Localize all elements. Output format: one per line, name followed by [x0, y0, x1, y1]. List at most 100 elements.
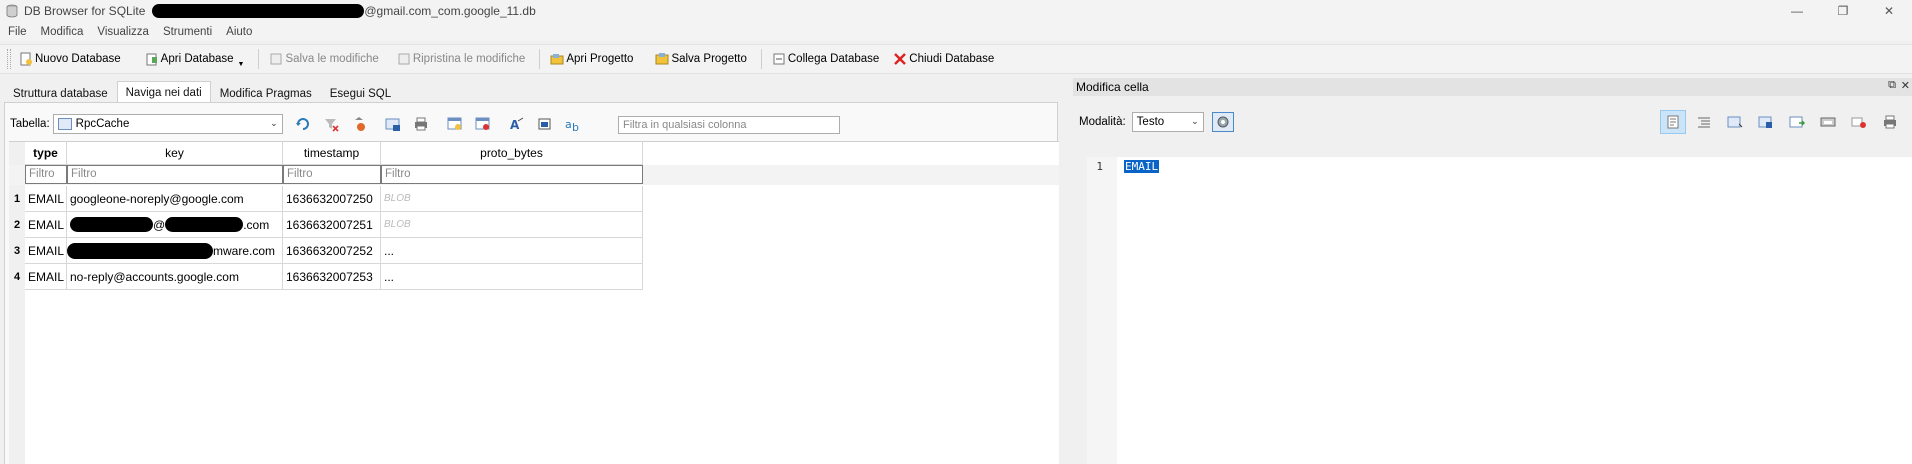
main-tabs: Struttura database Naviga nei dati Modif… — [4, 81, 400, 103]
refresh-icon[interactable] — [294, 115, 312, 133]
new-database-button[interactable]: Nuovo Database — [15, 47, 129, 71]
indent-icon[interactable] — [1691, 110, 1717, 134]
edit-cell-title: Modifica cella — [1076, 80, 1149, 94]
open-database-label: Apri Database — [160, 53, 234, 65]
row-number[interactable]: 4 — [9, 264, 25, 290]
cell-editor-text[interactable]: EMAIL — [1124, 160, 1160, 173]
clear-sorting-icon[interactable] — [350, 115, 368, 133]
cell-key[interactable]: mware.com — [67, 238, 283, 264]
word-wrap-icon[interactable] — [1660, 110, 1686, 134]
row-number[interactable]: 2 — [9, 212, 25, 238]
file-suffix: @gmail.com_com.google_11.db — [364, 4, 536, 18]
filter-any-column-input[interactable]: Filtra in qualsiasi colonna — [618, 116, 840, 134]
export-icon[interactable] — [1753, 110, 1779, 134]
cell-key[interactable]: @ .com — [67, 212, 283, 238]
close-icon[interactable]: ✕ — [1866, 0, 1912, 22]
tab-edit-pragmas[interactable]: Modifica Pragmas — [211, 83, 321, 103]
cell-proto-bytes[interactable]: ... — [381, 264, 643, 290]
find-replace-icon[interactable]: ab — [564, 115, 582, 133]
edit-cell-dock: Modifica cella ⧉ ✕ Modalità: Testo ⌄ 1 E… — [1073, 78, 1912, 464]
import-icon[interactable] — [1722, 110, 1748, 134]
menu-tools[interactable]: Strumenti — [155, 26, 218, 38]
cell-timestamp[interactable]: 1636632007252 — [283, 238, 381, 264]
close-dock-icon[interactable]: ✕ — [1901, 79, 1910, 92]
table-row[interactable]: 1 EMAIL googleone-noreply@google.com 163… — [9, 186, 643, 212]
filter-row: Filtro Filtro Filtro Filtro — [9, 165, 1059, 185]
cell-type[interactable]: EMAIL — [25, 238, 67, 264]
cell-editor[interactable]: 1 EMAIL — [1087, 157, 1912, 464]
menu-bar: File Modifica Visualizza Strumenti Aiuto — [0, 22, 1912, 41]
print-cell-icon[interactable] — [1877, 110, 1903, 134]
column-header-type[interactable]: type — [25, 142, 67, 165]
cell-proto-bytes[interactable]: ... — [381, 238, 643, 264]
open-project-button[interactable]: Apri Progetto — [546, 47, 641, 71]
save-view-icon[interactable] — [384, 115, 402, 133]
tab-execute-sql[interactable]: Esegui SQL — [321, 83, 400, 103]
window-controls: — ❐ ✕ — [1774, 0, 1912, 22]
auto-switch-mode-icon[interactable] — [1211, 112, 1234, 132]
cell-proto-bytes[interactable]: BLOB — [381, 212, 643, 238]
table-row[interactable]: 4 EMAIL no-reply@accounts.google.com 163… — [9, 264, 643, 290]
menu-help[interactable]: Aiuto — [218, 26, 258, 38]
table-select[interactable]: RpcCache ⌄ — [52, 114, 283, 134]
write-changes-button[interactable]: Salva le modifiche — [265, 47, 386, 71]
tab-database-structure[interactable]: Struttura database — [4, 83, 117, 103]
minimize-icon[interactable]: — — [1774, 0, 1820, 22]
corner-cell[interactable] — [9, 142, 25, 165]
cell-type[interactable]: EMAIL — [25, 264, 67, 290]
print-icon[interactable] — [412, 115, 430, 133]
row-number[interactable]: 3 — [9, 238, 25, 264]
table-row[interactable]: 2 EMAIL @ .com 1636632007251 BLOB — [9, 212, 643, 238]
write-changes-label: Salva le modifiche — [285, 53, 379, 65]
menu-view[interactable]: Visualizza — [89, 26, 155, 38]
clear-filters-icon[interactable] — [322, 115, 340, 133]
key-at-sign: @ — [153, 217, 166, 232]
filter-row-header — [9, 165, 25, 185]
cell-key[interactable]: googleone-noreply@google.com — [67, 186, 283, 212]
revert-changes-button[interactable]: Ripristina le modifiche — [393, 47, 534, 71]
cell-key[interactable]: no-reply@accounts.google.com — [67, 264, 283, 290]
filter-input-timestamp[interactable]: Filtro — [283, 165, 381, 184]
column-header-key[interactable]: key — [67, 142, 283, 165]
open-project-icon — [550, 54, 564, 65]
set-null-icon[interactable] — [1784, 110, 1810, 134]
clear-cell-icon[interactable] — [1846, 110, 1872, 134]
menu-edit[interactable]: Modifica — [33, 26, 90, 38]
find-icon[interactable]: A — [508, 115, 526, 133]
toolbar-handle[interactable] — [7, 49, 11, 69]
svg-text:A: A — [510, 118, 520, 132]
new-database-icon — [20, 52, 32, 66]
filter-input-key[interactable]: Filtro — [67, 165, 283, 184]
title-bar: DB Browser for SQLite @gmail.com_com.goo… — [0, 0, 1912, 22]
open-database-button[interactable]: Apri Database ▼ — [141, 47, 253, 71]
open-database-dropdown-icon[interactable]: ▼ — [238, 61, 245, 68]
cell-timestamp[interactable]: 1636632007250 — [283, 186, 381, 212]
table-row[interactable]: 3 EMAIL mware.com 1636632007252 ... — [9, 238, 643, 264]
table-label: Tabella: — [10, 118, 50, 130]
cell-type[interactable]: EMAIL — [25, 186, 67, 212]
save-project-button[interactable]: Salva Progetto — [651, 47, 754, 71]
filter-input-proto-bytes[interactable]: Filtro — [381, 165, 643, 184]
cell-timestamp[interactable]: 1636632007251 — [283, 212, 381, 238]
format-icon[interactable] — [536, 115, 554, 133]
mode-select[interactable]: Testo ⌄ — [1131, 112, 1204, 132]
redacted-text — [165, 217, 244, 232]
cell-type[interactable]: EMAIL — [25, 212, 67, 238]
row-number[interactable]: 1 — [9, 186, 25, 212]
close-database-button[interactable]: Chiudi Database — [889, 47, 1002, 71]
filter-input-type[interactable]: Filtro — [25, 165, 67, 184]
data-grid: type key timestamp proto_bytes Filtro Fi… — [9, 141, 1059, 464]
tab-browse-data[interactable]: Naviga nei dati — [116, 81, 211, 103]
insert-record-icon[interactable] — [446, 115, 464, 133]
menu-file[interactable]: File — [0, 26, 33, 38]
cell-proto-bytes[interactable]: BLOB — [381, 186, 643, 212]
delete-record-icon[interactable] — [474, 115, 492, 133]
cell-timestamp[interactable]: 1636632007253 — [283, 264, 381, 290]
column-header-proto-bytes[interactable]: proto_bytes — [381, 142, 643, 165]
column-header-timestamp[interactable]: timestamp — [283, 142, 381, 165]
grid-header: type key timestamp proto_bytes — [9, 142, 643, 165]
apply-icon[interactable] — [1815, 110, 1841, 134]
attach-database-button[interactable]: Collega Database — [768, 47, 887, 71]
restore-icon[interactable]: ❐ — [1820, 0, 1866, 22]
float-dock-icon[interactable]: ⧉ — [1888, 79, 1896, 92]
